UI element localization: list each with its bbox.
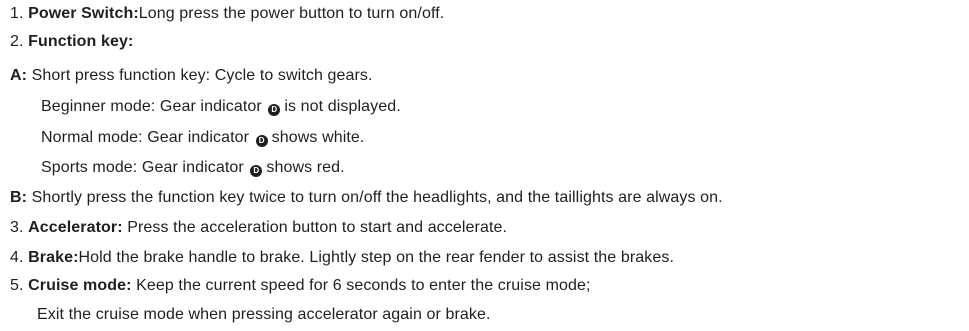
item-number: 2. bbox=[10, 33, 24, 50]
item-function-a: A: Short press function key: Cycle to sw… bbox=[10, 62, 373, 90]
normal-mode-line: Normal mode: Gear indicator Dshows white… bbox=[41, 124, 364, 152]
item-function-key: 2. Function key: bbox=[10, 28, 133, 56]
mode-text-post: shows red. bbox=[266, 159, 345, 176]
mode-text-pre: Normal mode: Gear indicator bbox=[41, 129, 250, 146]
item-text: Shortly press the function key twice to … bbox=[27, 189, 723, 206]
gear-indicator-icon: D bbox=[250, 165, 263, 177]
item-label: B: bbox=[10, 189, 28, 206]
item-cruise-mode: 5. Cruise mode: Keep the current speed f… bbox=[10, 272, 591, 300]
item-number: 5. bbox=[10, 277, 24, 294]
mode-text-pre: Beginner mode: Gear indicator bbox=[41, 98, 262, 115]
cruise-exit-line: Exit the cruise mode when pressing accel… bbox=[37, 301, 491, 329]
item-accelerator: 3. Accelerator: Press the acceleration b… bbox=[10, 214, 507, 242]
item-text: Press the acceleration button to start a… bbox=[122, 219, 508, 236]
item-text: Hold the brake handle to brake. Lightly … bbox=[78, 249, 675, 266]
item-brake: 4. Brake:Hold the brake handle to brake.… bbox=[10, 244, 674, 272]
item-function-b: B: Shortly press the function key twice … bbox=[10, 184, 723, 212]
item-label: Function key: bbox=[28, 33, 134, 50]
beginner-mode-line: Beginner mode: Gear indicator Dis not di… bbox=[41, 93, 401, 121]
manual-instructions: 1. Power Switch:Long press the power but… bbox=[0, 0, 969, 331]
item-label: Brake: bbox=[28, 249, 79, 266]
item-label: Accelerator: bbox=[28, 219, 123, 236]
item-number: 3. bbox=[10, 219, 24, 236]
sports-mode-line: Sports mode: Gear indicator Dshows red. bbox=[41, 154, 345, 182]
item-label: Cruise mode: bbox=[28, 277, 132, 294]
item-label: A: bbox=[10, 67, 28, 84]
item-number: 1. bbox=[10, 5, 24, 22]
item-text: Exit the cruise mode when pressing accel… bbox=[37, 306, 491, 323]
item-power-switch: 1. Power Switch:Long press the power but… bbox=[10, 0, 444, 28]
item-label: Power Switch: bbox=[28, 5, 139, 22]
gear-indicator-icon: D bbox=[268, 104, 281, 116]
item-text: Short press function key: Cycle to switc… bbox=[27, 67, 373, 84]
item-text: Keep the current speed for 6 seconds to … bbox=[131, 277, 591, 294]
mode-text-post: is not displayed. bbox=[284, 98, 401, 115]
mode-text-post: shows white. bbox=[271, 129, 365, 146]
item-text: Long press the power button to turn on/o… bbox=[138, 5, 445, 22]
mode-text-pre: Sports mode: Gear indicator bbox=[41, 159, 244, 176]
item-number: 4. bbox=[10, 249, 24, 266]
gear-indicator-icon: D bbox=[255, 135, 268, 147]
